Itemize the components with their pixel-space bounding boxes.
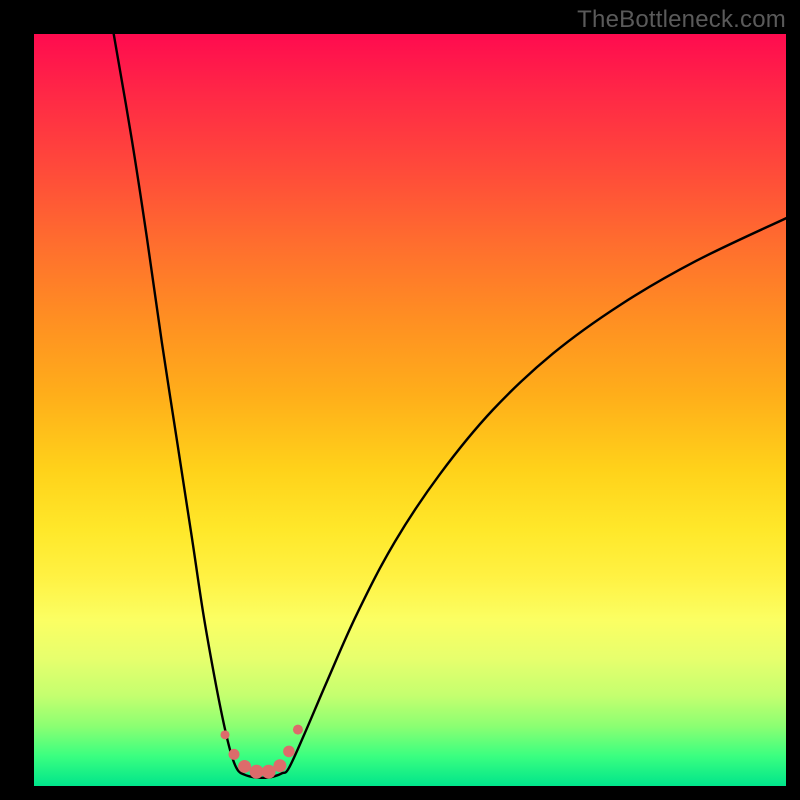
watermark-text: TheBottleneck.com bbox=[577, 6, 786, 34]
valley-markers bbox=[221, 725, 303, 779]
valley-marker bbox=[221, 730, 230, 739]
bottleneck-curve bbox=[34, 34, 786, 786]
frame: TheBottleneck.com bbox=[0, 0, 800, 800]
valley-marker bbox=[273, 759, 286, 772]
valley-marker bbox=[250, 765, 264, 779]
curve-path bbox=[114, 34, 786, 778]
valley-marker bbox=[229, 749, 240, 760]
valley-marker bbox=[238, 760, 251, 773]
valley-marker bbox=[293, 725, 303, 735]
plot-area bbox=[34, 34, 786, 786]
valley-marker bbox=[283, 746, 295, 758]
